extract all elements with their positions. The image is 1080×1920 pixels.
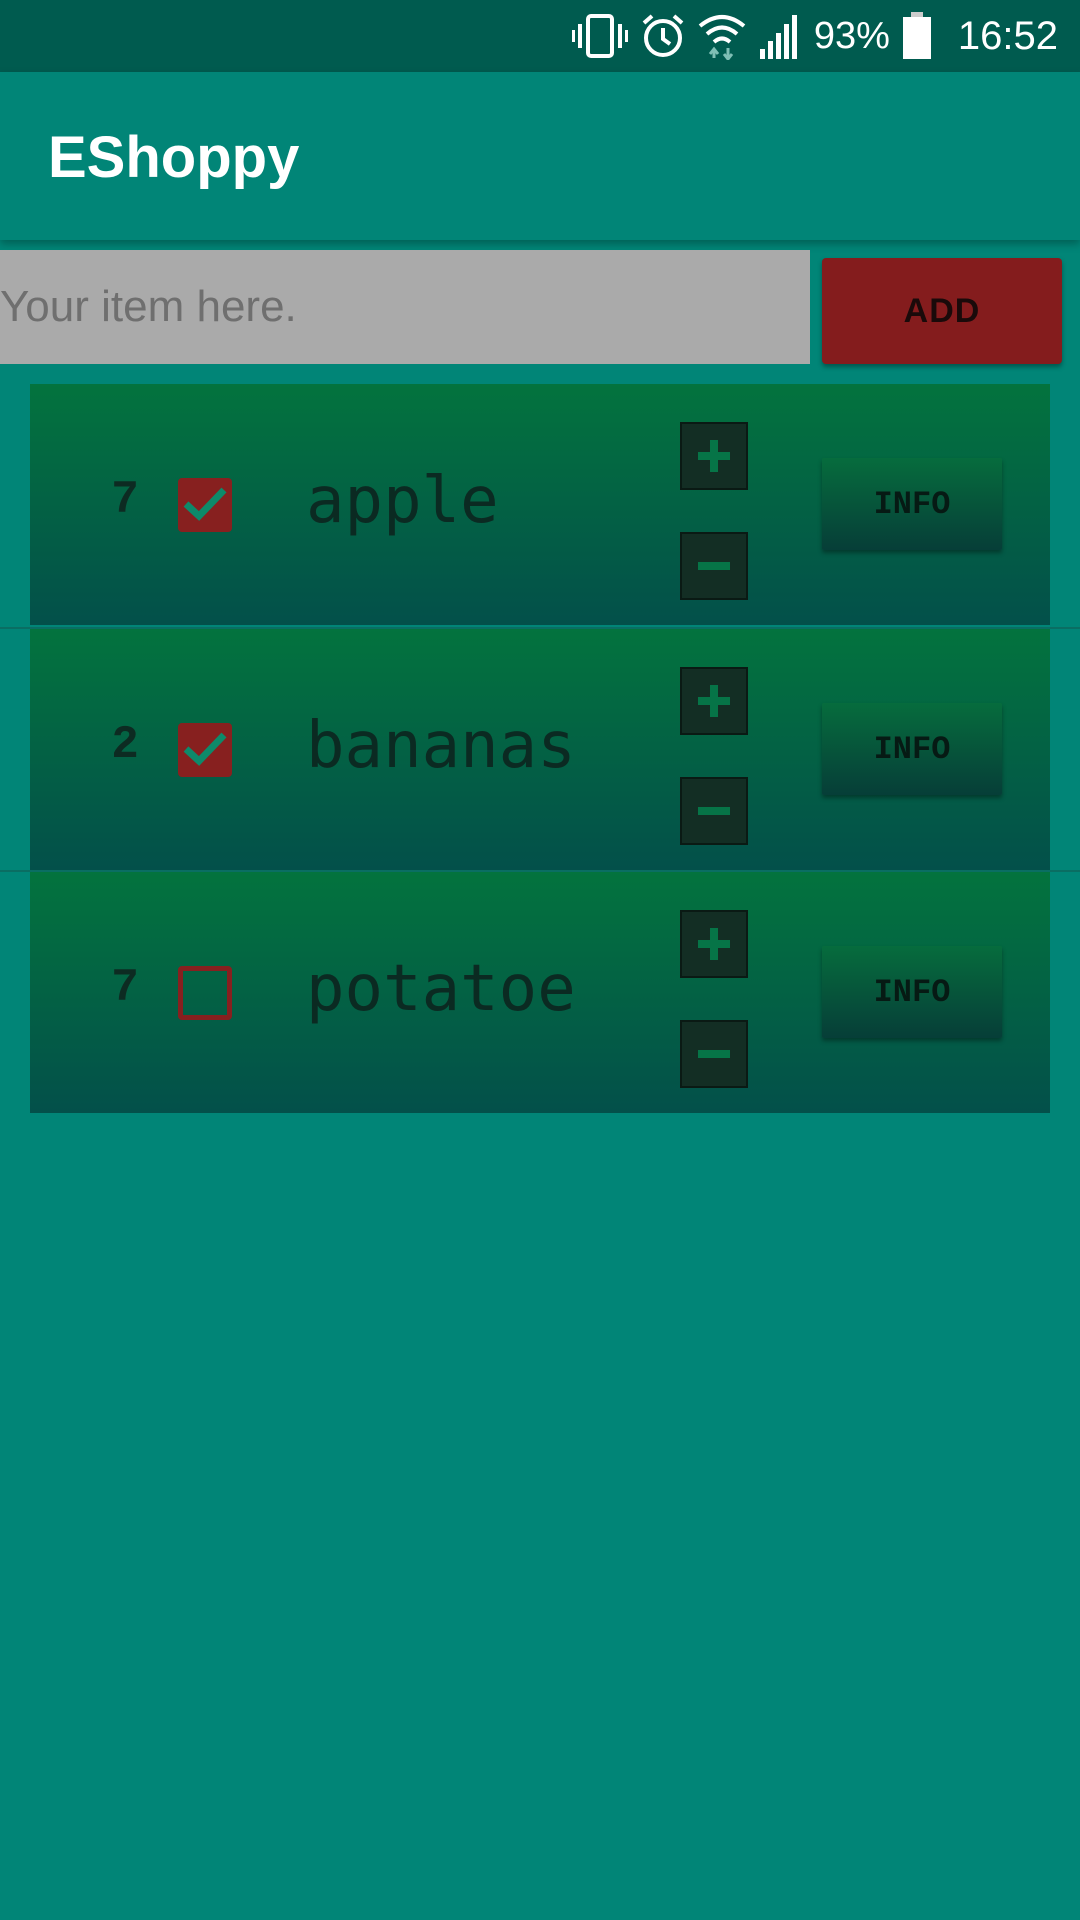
item-checkbox[interactable] <box>178 966 232 1020</box>
battery-percent: 93% <box>813 14 890 57</box>
checkmark-icon <box>183 487 227 521</box>
info-button[interactable]: INFO <box>822 458 1002 550</box>
item-card: 7 apple INFO <box>30 384 1050 625</box>
app-bar: EShoppy <box>0 72 1080 240</box>
item-list: 7 apple INFO 2 bananas INFO 7 potatoe IN… <box>0 384 1080 1113</box>
info-button[interactable]: INFO <box>822 946 1002 1038</box>
vibrate-icon <box>571 14 628 58</box>
minus-icon <box>698 562 730 570</box>
increment-button[interactable] <box>680 910 748 978</box>
status-bar: 93% 16:52 <box>0 0 1080 72</box>
minus-icon <box>698 807 730 815</box>
wifi-icon <box>698 12 746 60</box>
minus-icon <box>698 1050 730 1058</box>
plus-icon <box>698 928 730 960</box>
item-card: 2 bananas INFO <box>30 629 1050 870</box>
decrement-button[interactable] <box>680 532 748 600</box>
increment-button[interactable] <box>680 422 748 490</box>
item-card: 7 potatoe INFO <box>30 872 1050 1113</box>
plus-icon <box>698 440 730 472</box>
decrement-button[interactable] <box>680 1020 748 1088</box>
item-checkbox[interactable] <box>178 723 232 777</box>
item-quantity: 7 <box>111 474 139 526</box>
add-item-row: ADD <box>0 250 1080 368</box>
app-title: EShoppy <box>48 125 300 190</box>
list-item: 7 potatoe INFO <box>0 870 1080 1113</box>
item-input[interactable] <box>0 250 810 364</box>
item-quantity: 2 <box>111 719 139 771</box>
list-item: 7 apple INFO <box>0 384 1080 627</box>
battery-icon <box>902 12 932 60</box>
item-name: potatoe <box>306 952 576 1026</box>
increment-button[interactable] <box>680 667 748 735</box>
item-name: bananas <box>306 709 576 783</box>
checkmark-icon <box>183 732 227 766</box>
status-time: 16:52 <box>957 13 1058 58</box>
item-name: apple <box>306 464 499 538</box>
status-icons: 93% 16:52 <box>571 0 1058 72</box>
info-button[interactable]: INFO <box>822 703 1002 795</box>
alarm-icon <box>640 13 686 59</box>
signal-icon <box>758 13 802 59</box>
plus-icon <box>698 685 730 717</box>
add-button[interactable]: ADD <box>822 258 1062 364</box>
decrement-button[interactable] <box>680 777 748 845</box>
list-item: 2 bananas INFO <box>0 627 1080 870</box>
item-quantity: 7 <box>111 962 139 1014</box>
item-checkbox[interactable] <box>178 478 232 532</box>
